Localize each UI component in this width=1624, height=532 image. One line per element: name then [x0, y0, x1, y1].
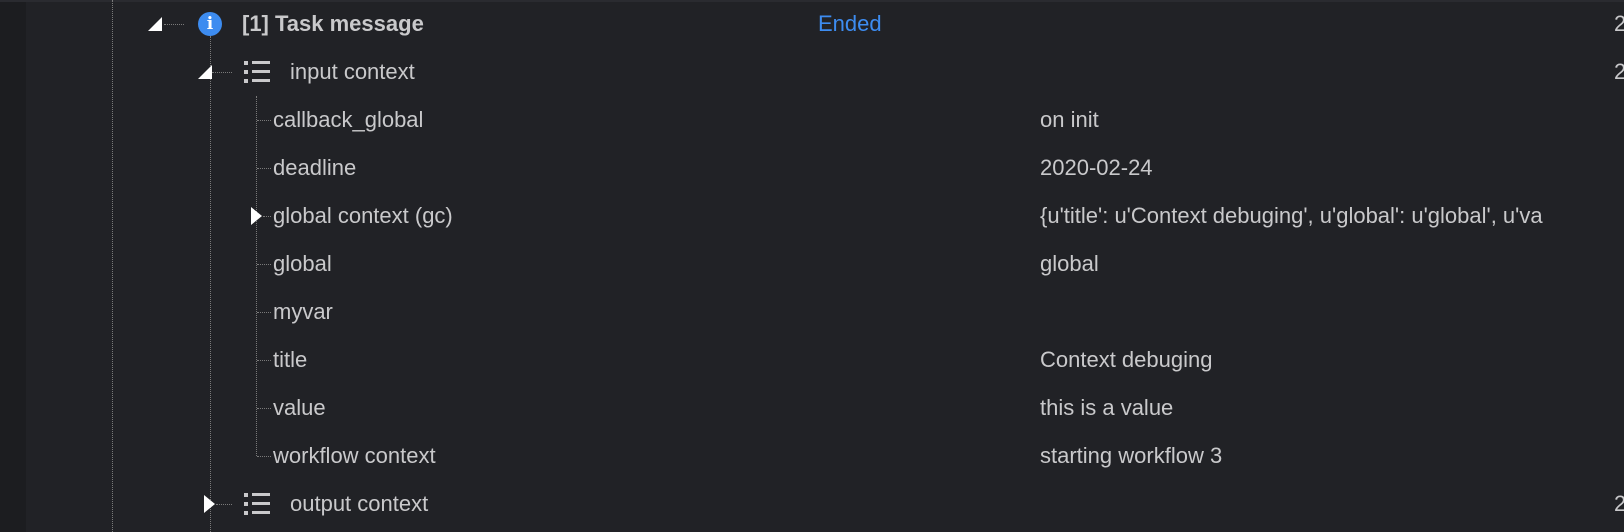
- tree-connector: [263, 216, 271, 217]
- item-value: 2020-02-24: [1040, 155, 1153, 180]
- tree-row-item[interactable]: title Context debuging: [0, 336, 1624, 384]
- item-key: global context (gc): [273, 203, 453, 228]
- tree-connector: [257, 168, 271, 169]
- item-key: deadline: [273, 155, 357, 180]
- item-value: starting workflow 3: [1040, 443, 1223, 468]
- collapse-arrow-icon[interactable]: [148, 17, 162, 31]
- tree-connector: [216, 504, 232, 505]
- expand-arrow-icon[interactable]: [204, 495, 215, 513]
- tree-row-item[interactable]: workflow context starting workflow 3: [0, 432, 1624, 480]
- tree-connector: [257, 360, 271, 361]
- list-icon: [244, 61, 270, 83]
- item-value: this is a value: [1040, 395, 1174, 420]
- task-label: [1] Task message: [242, 11, 424, 36]
- item-key: callback_global: [273, 107, 424, 132]
- truncated-cell: 2: [1614, 11, 1624, 36]
- tree-connector: [257, 408, 271, 409]
- tree-row-output-context[interactable]: output context 2: [0, 480, 1624, 528]
- output-context-label: output context: [290, 491, 429, 516]
- truncated-cell: 2: [1614, 59, 1624, 84]
- tree-row-item-expandable[interactable]: global context (gc) {u'title': u'Context…: [0, 192, 1624, 240]
- item-value: [1040, 288, 1596, 336]
- item-key: workflow context: [273, 443, 436, 468]
- expand-arrow-icon[interactable]: [251, 207, 262, 225]
- tree-row-item[interactable]: global global: [0, 240, 1624, 288]
- tree-row-item[interactable]: value this is a value: [0, 384, 1624, 432]
- tree-connector: [257, 120, 271, 121]
- tree-row-task-message[interactable]: i [1] Task message Ended 2: [0, 0, 1624, 48]
- tree-connector: [257, 312, 271, 313]
- context-tree-pane: i [1] Task message Ended 2 input context…: [0, 0, 1624, 532]
- tree-row-item[interactable]: deadline 2020-02-24: [0, 144, 1624, 192]
- item-key: value: [273, 395, 326, 420]
- item-value: Context debuging: [1040, 347, 1213, 372]
- tree-row-item[interactable]: myvar: [0, 288, 1624, 336]
- item-value: global: [1040, 251, 1099, 276]
- input-context-label: input context: [290, 59, 415, 84]
- item-value: on init: [1040, 107, 1099, 132]
- item-key: global: [273, 251, 332, 276]
- tree-connector: [257, 264, 271, 265]
- item-key: myvar: [273, 299, 333, 324]
- tree-connector: [164, 24, 184, 25]
- collapse-arrow-icon[interactable]: [198, 65, 212, 79]
- truncated-cell: 2: [1614, 491, 1624, 516]
- info-icon: i: [198, 12, 222, 36]
- list-icon: [244, 493, 270, 515]
- tree-row-input-context[interactable]: input context 2: [0, 48, 1624, 96]
- tree-connector: [212, 72, 232, 73]
- item-key: title: [273, 347, 308, 372]
- tree-connector: [257, 456, 271, 457]
- item-value: {u'title': u'Context debuging', u'global…: [1040, 203, 1543, 228]
- tree-row-item[interactable]: callback_global on init: [0, 96, 1624, 144]
- status-text: Ended: [818, 11, 882, 36]
